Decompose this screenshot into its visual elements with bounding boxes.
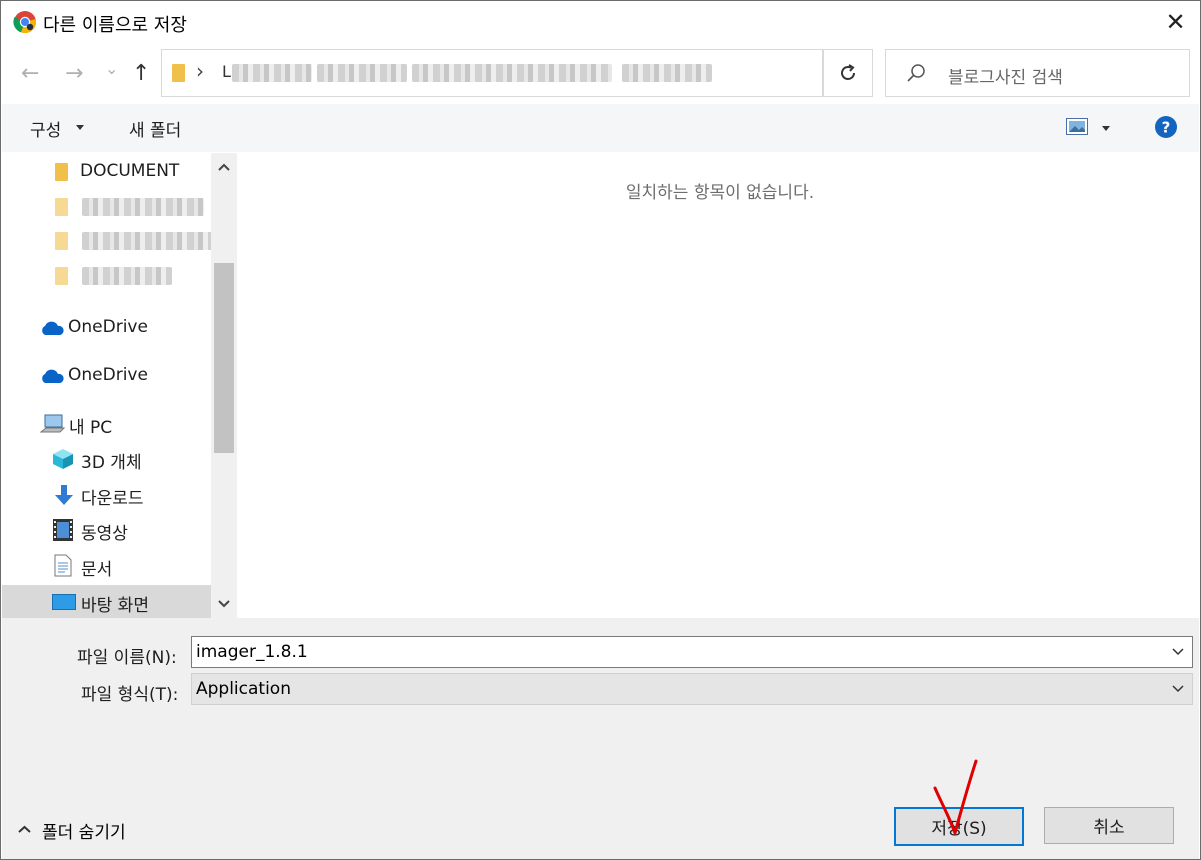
help-button[interactable]: ? xyxy=(1154,115,1178,144)
sidebar-item-documents[interactable]: 문서 xyxy=(2,549,211,583)
sidebar-item-downloads[interactable]: 다운로드 xyxy=(2,478,211,512)
sidebar-item-document[interactable]: DOCUMENT xyxy=(2,155,211,189)
folder-icon xyxy=(55,198,68,216)
blurred-folder-name xyxy=(82,198,204,216)
search-icon xyxy=(907,64,925,82)
filename-input[interactable]: imager_1.8.1 xyxy=(191,636,1193,668)
organize-label: 구성 xyxy=(30,121,62,141)
help-icon: ? xyxy=(1155,116,1177,138)
sidebar-item-label: 다운로드 xyxy=(81,489,144,509)
cancel-button-label: 취소 xyxy=(1093,818,1125,838)
path-segment-blurred xyxy=(232,64,312,82)
filetype-label: 파일 형식(T): xyxy=(81,685,179,705)
cloud-icon xyxy=(42,321,64,335)
scrollbar-thumb[interactable] xyxy=(214,263,234,453)
film-icon xyxy=(53,519,73,541)
title-bar: 다른 이름으로 저장 ✕ xyxy=(1,1,1200,43)
new-folder-button[interactable]: 새 폴더 xyxy=(129,116,181,141)
up-arrow-icon[interactable]: ↑ xyxy=(132,61,150,86)
chevron-down-icon[interactable] xyxy=(1172,641,1184,663)
caret-down-icon xyxy=(76,125,84,130)
blurred-folder-name xyxy=(82,267,172,285)
dialog-title: 다른 이름으로 저장 xyxy=(43,15,187,36)
chevron-up-icon xyxy=(18,825,31,833)
filename-value: imager_1.8.1 xyxy=(196,642,308,662)
sidebar-item-desktop[interactable]: 바탕 화면 xyxy=(2,585,211,618)
organize-menu[interactable]: 구성 xyxy=(30,116,84,141)
save-form: 파일 이름(N): imager_1.8.1 파일 형식(T): Applica… xyxy=(2,618,1199,859)
path-first-char: L xyxy=(222,62,231,81)
hide-folders-label: 폴더 숨기기 xyxy=(42,823,126,843)
filename-label: 파일 이름(N): xyxy=(77,648,177,668)
navigation-scrollbar[interactable] xyxy=(211,153,237,618)
computer-icon xyxy=(40,414,66,433)
refresh-icon xyxy=(841,64,855,80)
sidebar-item-blurred-folder[interactable] xyxy=(2,224,211,258)
caret-down-icon xyxy=(1102,126,1110,131)
folder-icon xyxy=(55,267,68,285)
refresh-button[interactable] xyxy=(823,49,873,97)
sidebar-item-label: 바탕 화면 xyxy=(81,596,149,616)
sidebar-item-onedrive[interactable]: OneDrive xyxy=(2,311,211,345)
close-icon: ✕ xyxy=(1165,8,1186,36)
sidebar-item-this-pc[interactable]: 내 PC xyxy=(2,407,211,441)
chevron-up-icon[interactable] xyxy=(218,163,230,171)
path-segment-blurred xyxy=(317,64,407,82)
navigation-pane: DOCUMENT OneDrive OneDrive 내 PC 3D 개체 다운… xyxy=(2,153,211,618)
folder-icon xyxy=(55,232,68,250)
close-button[interactable]: ✕ xyxy=(1151,1,1200,43)
command-bar: 구성 새 폴더 ? xyxy=(2,104,1199,152)
path-segment-blurred xyxy=(412,64,612,82)
file-list[interactable]: 일치하는 항목이 없습니다. xyxy=(241,153,1199,618)
cloud-icon xyxy=(42,369,64,383)
sidebar-item-blurred-folder[interactable] xyxy=(2,190,211,224)
forward-arrow-icon[interactable]: → xyxy=(65,61,83,86)
back-arrow-icon[interactable]: ← xyxy=(21,61,39,86)
folder-icon xyxy=(172,64,185,82)
folder-icon xyxy=(55,163,68,181)
sidebar-item-label: 동영상 xyxy=(81,524,128,544)
download-arrow-icon xyxy=(55,485,73,505)
search-box[interactable]: 블로그사진 검색 xyxy=(885,49,1190,97)
cancel-button[interactable]: 취소 xyxy=(1044,807,1174,844)
red-checkmark-annotation xyxy=(933,759,978,835)
sidebar-item-label: 3D 개체 xyxy=(81,453,142,473)
sidebar-item-label: OneDrive xyxy=(68,317,148,337)
sidebar-item-label: 문서 xyxy=(81,560,113,580)
picture-view-icon xyxy=(1066,118,1088,135)
sidebar-item-onedrive[interactable]: OneDrive xyxy=(2,359,211,393)
sidebar-item-label: DOCUMENT xyxy=(80,161,180,181)
sidebar-item-label: OneDrive xyxy=(68,365,148,385)
filetype-value: Application xyxy=(196,679,291,699)
blurred-folder-name xyxy=(82,232,211,250)
sidebar-item-blurred-folder[interactable] xyxy=(2,259,211,293)
filetype-select[interactable]: Application xyxy=(191,673,1193,705)
3d-cube-icon xyxy=(53,449,73,469)
chevron-down-icon[interactable] xyxy=(218,600,230,608)
document-icon xyxy=(54,554,72,577)
empty-message: 일치하는 항목이 없습니다. xyxy=(625,183,815,203)
sidebar-item-3d-objects[interactable]: 3D 개체 xyxy=(2,442,211,476)
chevron-down-icon[interactable] xyxy=(1172,678,1184,700)
desktop-icon xyxy=(52,594,76,610)
search-placeholder: 블로그사진 검색 xyxy=(948,68,1063,88)
hide-folders-toggle[interactable]: 폴더 숨기기 xyxy=(18,818,168,843)
sidebar-item-label: 내 PC xyxy=(69,418,113,438)
svg-text:?: ? xyxy=(1162,119,1171,137)
save-as-dialog: 다른 이름으로 저장 ✕ ← → ⌄ ↑ › L 블로그사진 검색 구성 새 폴… xyxy=(0,0,1201,860)
view-options-button[interactable] xyxy=(1064,114,1116,140)
path-segment-blurred xyxy=(622,64,712,82)
chrome-icon xyxy=(13,11,37,34)
sidebar-item-videos[interactable]: 동영상 xyxy=(2,513,211,547)
path-separator: › xyxy=(196,59,204,83)
recent-locations-icon[interactable]: ⌄ xyxy=(105,59,118,78)
address-bar[interactable]: › L xyxy=(161,49,967,97)
